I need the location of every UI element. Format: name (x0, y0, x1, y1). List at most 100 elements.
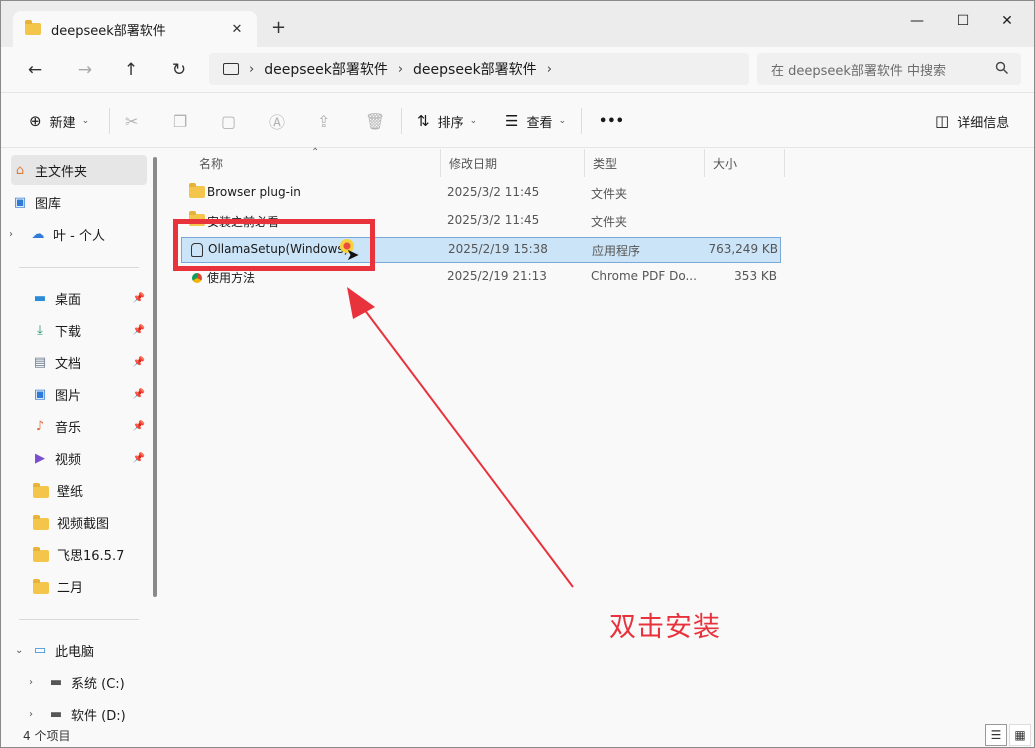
cut-icon[interactable]: ✂ (125, 110, 138, 132)
rename-icon[interactable]: Ⓐ (269, 110, 285, 132)
sidebar-item-pictures[interactable]: ▣ 图片 📌 (11, 379, 147, 409)
toolbar-divider (581, 108, 582, 134)
column-header-size[interactable]: 大小 (705, 149, 785, 177)
chrome-pdf-icon (192, 273, 202, 283)
close-tab-icon[interactable]: ✕ (227, 22, 247, 37)
tab-title: deepseek部署软件 (51, 23, 166, 39)
sidebar-item-downloads[interactable]: ⤓ 下载 📌 (11, 315, 147, 345)
computer-icon (223, 63, 239, 75)
sidebar-item-home[interactable]: ⌂ 主文件夹 (11, 155, 147, 185)
view-label: 查看 (526, 115, 553, 131)
toolbar-divider (109, 108, 110, 134)
pin-icon[interactable]: 📌 (133, 453, 145, 464)
breadcrumb-item[interactable]: deepseek部署软件 (413, 59, 537, 79)
column-header-name[interactable]: 名称 (191, 149, 441, 177)
chevron-right-icon[interactable]: › (29, 709, 33, 720)
tab-deepseek[interactable]: deepseek部署软件 ✕ (13, 11, 257, 47)
file-name: Browser plug-in (207, 185, 301, 199)
sort-label: 排序 (437, 115, 464, 131)
sidebar-item-feisi[interactable]: 飞思16.5.7 (11, 539, 147, 569)
home-icon: ⌂ (15, 162, 25, 178)
folder-icon (25, 20, 41, 35)
mouse-pointer-icon: ➤ (346, 245, 360, 264)
chevron-right-icon[interactable]: › (547, 62, 552, 77)
file-type: 应用程序 (592, 244, 641, 258)
delete-icon[interactable]: 🗑 (365, 110, 385, 132)
file-row[interactable]: Browser plug-in 2025/3/2 11:45 文件夹 (181, 181, 781, 207)
back-button[interactable]: ← (21, 57, 49, 83)
sidebar-item-video-screenshots[interactable]: 视频截图 (11, 507, 147, 537)
new-tab-button[interactable]: + (271, 17, 286, 38)
sidebar-item-label: 图片 (55, 388, 82, 404)
sidebar-item-label: 桌面 (55, 292, 82, 308)
file-explorer-window: deepseek部署软件 ✕ + — ☐ ✕ ← → ↑ ↻ › deepsee… (0, 0, 1035, 748)
chevron-down-icon: ⌄ (558, 116, 567, 126)
paste-icon[interactable]: ▢ (221, 110, 236, 132)
chevron-right-icon[interactable]: › (249, 62, 254, 77)
details-pane-button[interactable]: ◫ 详细信息 (935, 110, 1009, 132)
share-icon[interactable]: ⇪ (317, 110, 330, 132)
computer-icon: ▭ (33, 642, 47, 658)
sidebar-divider (19, 619, 139, 620)
sort-button[interactable]: ⇅ 排序 ⌄ (417, 110, 477, 132)
folder-icon (33, 578, 51, 594)
sidebar-item-documents[interactable]: ▤ 文档 📌 (11, 347, 147, 377)
sidebar-item-onedrive[interactable]: › ☁ 叶 - 个人 (9, 219, 147, 249)
column-header-label: 修改日期 (449, 156, 498, 171)
toolbar-divider (401, 108, 402, 134)
tiles-view-button[interactable]: ▦ (1009, 724, 1031, 746)
new-button[interactable]: ⊕ 新建 ⌄ (29, 110, 89, 132)
sidebar-item-music[interactable]: ♪ 音乐 📌 (11, 411, 147, 441)
chevron-right-icon[interactable]: › (9, 229, 13, 240)
chevron-down-icon: ⌄ (81, 116, 90, 126)
file-type: 文件夹 (591, 187, 628, 201)
sidebar-item-label: 主文件夹 (35, 164, 88, 180)
sidebar-divider (19, 267, 139, 268)
tiles-view-icon: ▦ (1014, 728, 1026, 742)
copy-icon[interactable]: ❐ (173, 110, 187, 132)
pin-icon[interactable]: 📌 (133, 325, 145, 336)
maximize-button[interactable]: ☐ (943, 9, 983, 33)
sidebar-item-wallpaper[interactable]: 壁纸 (11, 475, 147, 505)
folder-icon (189, 183, 205, 200)
refresh-button[interactable]: ↻ (165, 57, 193, 83)
address-bar[interactable]: › deepseek部署软件 › deepseek部署软件 › (209, 53, 749, 85)
file-name: 使用方法 (207, 271, 256, 285)
sidebar-item-videos[interactable]: ▶ 视频 📌 (11, 443, 147, 473)
search-icon (995, 61, 1008, 74)
item-count: 4 个项目 (23, 729, 71, 743)
breadcrumb-item[interactable]: deepseek部署软件 (264, 59, 388, 79)
more-options-button[interactable]: ••• (599, 110, 624, 132)
command-bar: ⊕ 新建 ⌄ ✂ ❐ ▢ Ⓐ ⇪ 🗑 ⇅ 排序 ⌄ ☰ 查看 ⌄ ••• ◫ 详… (1, 94, 1034, 148)
sidebar-item-label: 音乐 (55, 420, 82, 436)
close-window-button[interactable]: ✕ (987, 9, 1027, 33)
sidebar-item-gallery[interactable]: ▣ 图库 (11, 187, 147, 217)
chevron-down-icon[interactable]: ⌄ (15, 645, 23, 656)
details-view-button[interactable]: ☰ (985, 724, 1007, 746)
pin-icon[interactable]: 📌 (133, 357, 145, 368)
pin-icon[interactable]: 📌 (133, 293, 145, 304)
column-header-label: 名称 (199, 156, 224, 171)
chevron-down-icon: ⌄ (469, 116, 478, 126)
sidebar-item-this-pc[interactable]: ⌄ ▭ 此电脑 (11, 635, 147, 665)
search-input[interactable]: 在 deepseek部署软件 中搜索 (757, 53, 1021, 85)
sidebar-item-drive-c[interactable]: › ▬ 系统 (C:) (11, 667, 147, 697)
title-bar: deepseek部署软件 ✕ + — ☐ ✕ (1, 1, 1034, 47)
chevron-right-icon[interactable]: › (398, 62, 403, 77)
column-header-type[interactable]: 类型 (585, 149, 705, 177)
details-pane-icon: ◫ (935, 112, 950, 130)
status-bar: 4 个项目 ☰ ▦ (1, 723, 1034, 747)
forward-button[interactable]: → (71, 57, 99, 83)
chevron-right-icon[interactable]: › (29, 677, 33, 688)
folder-icon (33, 514, 51, 530)
pin-icon[interactable]: 📌 (133, 389, 145, 400)
sidebar-item-desktop[interactable]: ▬ 桌面 📌 (11, 283, 147, 313)
sidebar-item-february[interactable]: 二月 (11, 571, 147, 601)
view-button[interactable]: ☰ 查看 ⌄ (505, 110, 566, 132)
sidebar-scrollbar[interactable] (153, 157, 157, 597)
minimize-button[interactable]: — (897, 9, 937, 33)
up-button[interactable]: ↑ (117, 57, 145, 83)
file-size: 353 KB (734, 269, 777, 283)
pin-icon[interactable]: 📌 (133, 421, 145, 432)
column-header-date[interactable]: 修改日期 (441, 149, 585, 177)
